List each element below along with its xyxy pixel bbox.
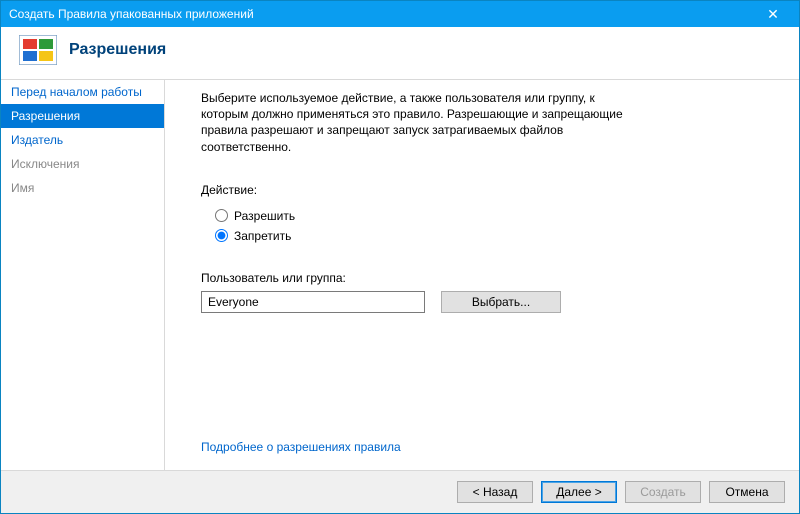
user-group-input[interactable] — [201, 291, 425, 313]
description-text: Выберите используемое действие, а также … — [201, 90, 641, 155]
wizard-steps: Перед началом работы Разрешения Издатель… — [1, 80, 165, 470]
back-button[interactable]: < Назад — [457, 481, 533, 503]
cancel-button[interactable]: Отмена — [709, 481, 785, 503]
create-button: Создать — [625, 481, 701, 503]
step-exceptions: Исключения — [1, 152, 164, 176]
wizard-window: Создать Правила упакованных приложений ✕… — [0, 0, 800, 514]
step-name: Имя — [1, 176, 164, 200]
step-before-you-begin[interactable]: Перед началом работы — [1, 80, 164, 104]
action-radios: Разрешить Запретить — [215, 203, 771, 249]
step-permissions[interactable]: Разрешения — [1, 104, 164, 128]
radio-allow-input[interactable] — [215, 209, 228, 222]
step-publisher[interactable]: Издатель — [1, 128, 164, 152]
close-icon[interactable]: ✕ — [753, 5, 793, 23]
browse-button[interactable]: Выбрать... — [441, 291, 561, 313]
radio-allow[interactable]: Разрешить — [215, 209, 771, 223]
radio-deny-label: Запретить — [234, 229, 291, 243]
action-label: Действие: — [201, 183, 771, 197]
wizard-body: Перед началом работы Разрешения Издатель… — [1, 79, 799, 471]
window-title: Создать Правила упакованных приложений — [9, 7, 753, 21]
radio-deny[interactable]: Запретить — [215, 229, 771, 243]
radio-deny-input[interactable] — [215, 229, 228, 242]
user-group-row: Выбрать... — [201, 291, 771, 313]
titlebar: Создать Правила упакованных приложений ✕ — [1, 1, 799, 27]
wizard-header: Разрешения — [1, 27, 799, 79]
next-button[interactable]: Далее > — [541, 481, 617, 503]
applocker-icon — [19, 35, 57, 65]
wizard-footer: < Назад Далее > Создать Отмена — [1, 471, 799, 513]
page-title: Разрешения — [69, 41, 166, 59]
help-link[interactable]: Подробнее о разрешениях правила — [201, 440, 771, 454]
radio-allow-label: Разрешить — [234, 209, 295, 223]
user-group-label: Пользователь или группа: — [201, 271, 771, 285]
wizard-content: Выберите используемое действие, а также … — [165, 80, 799, 470]
